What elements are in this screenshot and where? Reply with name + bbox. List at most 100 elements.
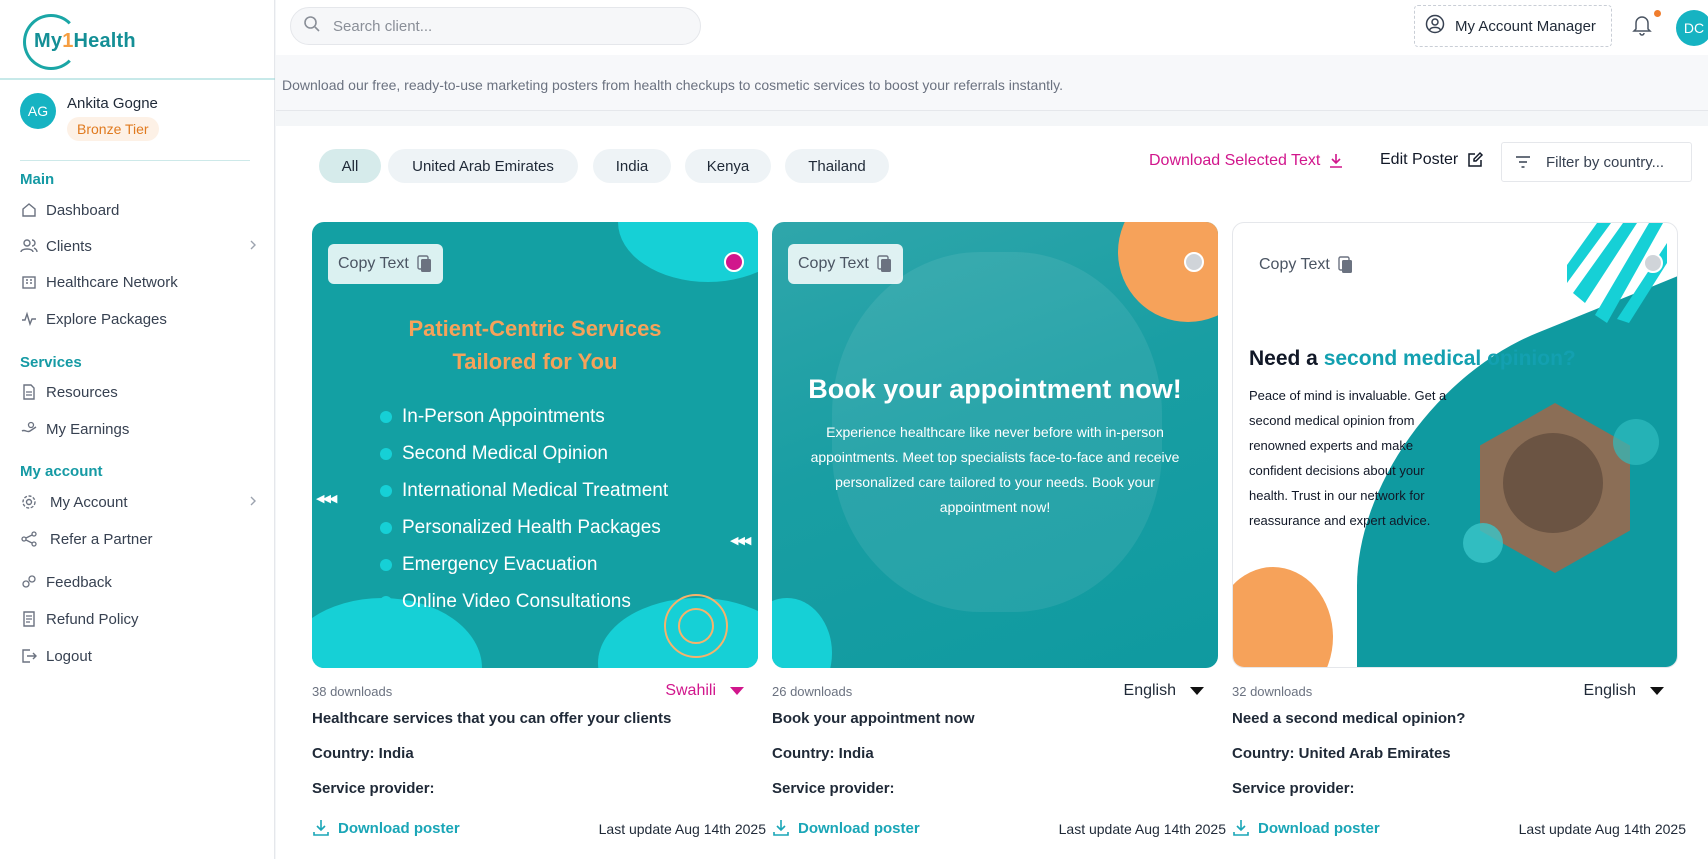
sidebar-item-clients[interactable]: Clients [20, 231, 265, 261]
card-title: Need a second medical opinion? [1232, 710, 1466, 727]
poster-card: Need a second medical opinion? Peace of … [1232, 222, 1686, 843]
poster-bullet: In-Person Appointments [380, 398, 668, 435]
poster-heading: Need a second medical opinion? [1249, 347, 1576, 370]
avatar: AG [20, 93, 56, 129]
copy-icon [1338, 256, 1352, 273]
caret-down-icon [1650, 687, 1664, 695]
arrow-decoration: ◀◀◀ [316, 493, 337, 505]
gear-icon [20, 493, 38, 511]
poster-body: Experience healthcare like never before … [810, 424, 1180, 515]
poster-bullet-list: In-Person Appointments Second Medical Op… [380, 398, 668, 620]
country-chip-thailand[interactable]: Thailand [785, 149, 889, 183]
sidebar-item-my-earnings[interactable]: My Earnings [20, 414, 265, 444]
caret-down-icon [1190, 687, 1204, 695]
card-country: Country: India [772, 745, 874, 762]
poster-bullet: Personalized Health Packages [380, 509, 668, 546]
sidebar-item-my-account[interactable]: My Account [20, 487, 265, 517]
sidebar-item-resources[interactable]: Resources [20, 377, 265, 407]
poster-bullet: Emergency Evacuation [380, 546, 668, 583]
search-icon [303, 15, 321, 38]
chevron-right-icon [249, 494, 257, 511]
sidebar-item-explore-packages[interactable]: Explore Packages [20, 304, 265, 334]
poster-bullet: Online Video Consultations [380, 583, 668, 620]
copy-icon [417, 255, 431, 272]
sidebar-item-refund-policy[interactable]: Refund Policy [20, 604, 265, 634]
poster-image[interactable]: Book your appointment now! Experience he… [772, 222, 1218, 668]
poster-gallery: All United Arab Emirates India Kenya Tha… [276, 126, 1708, 859]
user-name: Ankita Gogne [67, 95, 158, 112]
card-service-provider: Service provider: [1232, 780, 1355, 797]
download-icon [1330, 154, 1343, 168]
download-poster-link[interactable]: Download poster [312, 819, 460, 837]
poster-image[interactable]: ◀◀◀ ◀◀◀ Patient-Centric Services Tailore… [312, 222, 758, 668]
language-select[interactable]: English [1124, 682, 1204, 700]
download-count: 38 downloads [312, 684, 393, 699]
bell-icon[interactable] [1632, 14, 1652, 41]
select-radio[interactable] [724, 252, 744, 272]
topbar: My Account Manager DC [276, 0, 1708, 55]
caret-down-icon [730, 687, 744, 695]
country-chip-kenya[interactable]: Kenya [685, 149, 771, 183]
poster-heading: Book your appointment now! [808, 374, 1182, 404]
sidebar-item-dashboard[interactable]: Dashboard [20, 195, 265, 225]
user-circle-icon [1425, 14, 1445, 38]
select-radio[interactable] [1184, 252, 1204, 272]
download-count: 32 downloads [1232, 684, 1313, 699]
building-icon [20, 273, 38, 291]
page-description: Download our free, ready-to-use marketin… [282, 77, 1063, 93]
download-selected-text-button[interactable]: Download Selected Text [1149, 152, 1344, 170]
sidebar-item-feedback[interactable]: Feedback [20, 567, 265, 597]
notification-dot [1654, 10, 1661, 17]
poster-bullet: International Medical Treatment [380, 472, 668, 509]
stripes-decoration [1567, 223, 1667, 323]
country-chip-uae[interactable]: United Arab Emirates [388, 149, 578, 183]
card-title: Healthcare services that you can offer y… [312, 710, 672, 727]
copy-text-button[interactable]: Copy Text [1249, 245, 1364, 285]
account-manager-button[interactable]: My Account Manager [1414, 5, 1612, 47]
card-title: Book your appointment now [772, 710, 975, 727]
copy-text-button[interactable]: Copy Text [788, 244, 903, 284]
sidebar-item-refer-a-partner[interactable]: Refer a Partner [20, 524, 265, 554]
download-icon [313, 820, 329, 836]
country-chip-india[interactable]: India [593, 149, 671, 183]
sidebar-item-healthcare-network[interactable]: Healthcare Network [20, 267, 265, 297]
last-update: Last update Aug 14th 2025 [598, 821, 766, 837]
section-title-services: Services [20, 354, 82, 371]
language-select[interactable]: Swahili [665, 682, 744, 700]
chevron-right-icon [249, 238, 257, 255]
card-service-provider: Service provider: [312, 780, 435, 797]
user-profile: AG Ankita Gogne Bronze Tier [20, 93, 159, 141]
earnings-icon [20, 420, 38, 438]
language-select[interactable]: English [1584, 682, 1664, 700]
home-icon [20, 201, 38, 219]
card-country: Country: India [312, 745, 414, 762]
page-header: Download our free, ready-to-use marketin… [276, 55, 1708, 111]
download-count: 26 downloads [772, 684, 853, 699]
select-radio[interactable] [1643, 253, 1663, 273]
feedback-icon [20, 573, 38, 591]
last-update: Last update Aug 14th 2025 [1058, 821, 1226, 837]
poster-image[interactable]: Need a second medical opinion? Peace of … [1232, 222, 1678, 668]
copy-icon [877, 255, 891, 272]
country-chip-all[interactable]: All [319, 149, 381, 183]
copy-text-button[interactable]: Copy Text [328, 244, 443, 284]
download-icon [1233, 820, 1249, 836]
arrow-decoration: ◀◀◀ [730, 535, 751, 547]
filter-icon [1516, 156, 1530, 168]
search-input[interactable] [333, 17, 673, 35]
poster-bullet: Second Medical Opinion [380, 435, 668, 472]
edit-poster-button[interactable]: Edit Poster [1380, 151, 1484, 169]
sidebar-item-logout[interactable]: Logout [20, 641, 265, 671]
poster-card: ◀◀◀ ◀◀◀ Patient-Centric Services Tailore… [312, 222, 766, 843]
download-poster-link[interactable]: Download poster [1232, 819, 1380, 837]
download-poster-link[interactable]: Download poster [772, 819, 920, 837]
avatar[interactable]: DC [1676, 10, 1708, 46]
search-box[interactable] [290, 7, 701, 45]
logo[interactable]: My1Health [20, 12, 136, 70]
poster-body: Peace of mind is invaluable. Get a secon… [1249, 388, 1447, 528]
users-icon [20, 237, 38, 255]
divider [20, 160, 250, 161]
country-filter-input[interactable]: Filter by country... [1501, 142, 1692, 182]
download-icon [773, 820, 789, 836]
logout-icon [20, 647, 38, 665]
